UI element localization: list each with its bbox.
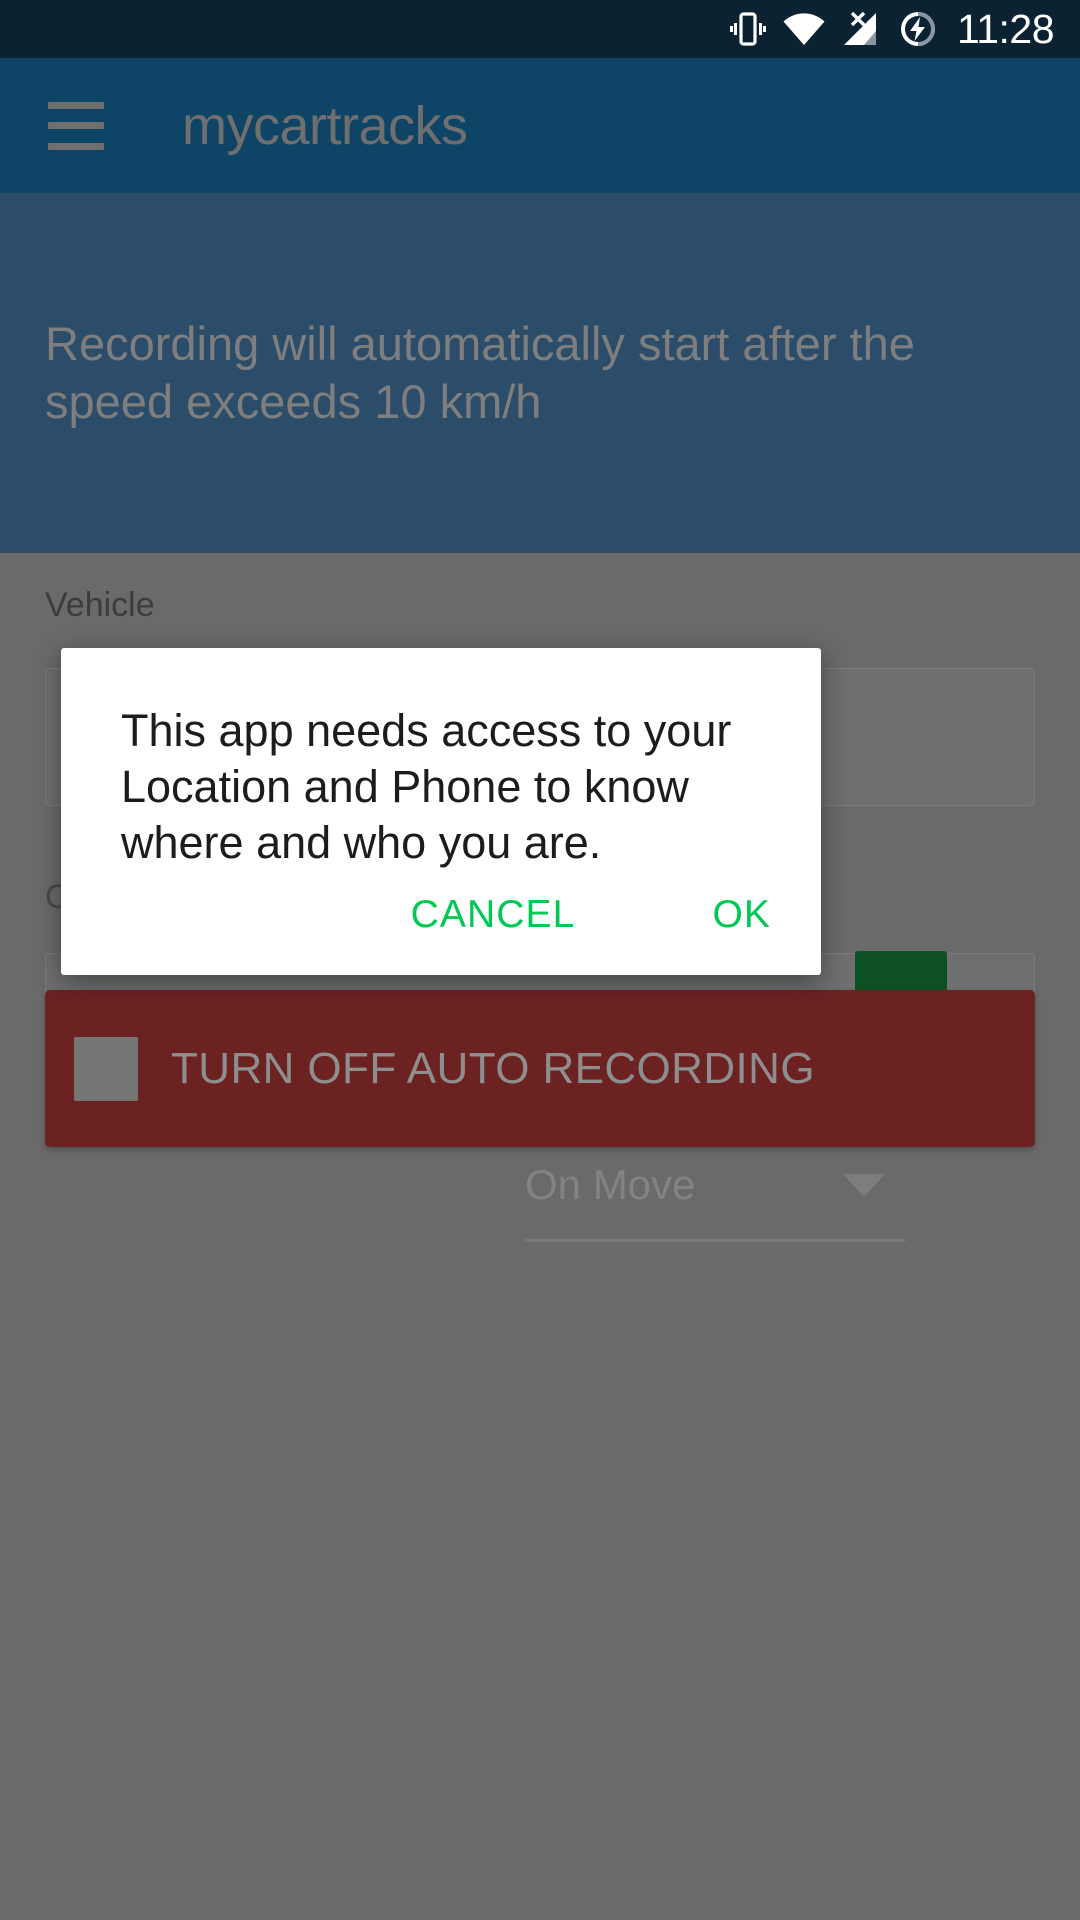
status-bar: 11:28 xyxy=(0,0,1080,58)
ok-button[interactable]: OK xyxy=(690,877,793,953)
cancel-button[interactable]: CANCEL xyxy=(389,877,598,953)
stop-square-icon xyxy=(74,1036,138,1101)
permission-dialog: This app needs access to your Location a… xyxy=(61,648,821,975)
dialog-message: This app needs access to your Location a… xyxy=(121,705,732,868)
menu-bar-3 xyxy=(48,142,104,150)
turn-off-auto-recording-button[interactable]: TURN OFF AUTO RECORDING xyxy=(45,990,1035,1147)
app-bar: mycartracks xyxy=(0,58,1080,193)
wifi-icon xyxy=(783,12,825,46)
cellular-no-sim-icon xyxy=(842,11,882,47)
chevron-down-icon xyxy=(843,1173,885,1197)
recording-mode-dropdown-row[interactable]: On Move xyxy=(525,1153,905,1217)
hamburger-menu-icon[interactable] xyxy=(48,101,104,150)
info-banner: Recording will automatically start after… xyxy=(0,193,1080,553)
vibrate-icon xyxy=(729,10,766,48)
dialog-actions: CANCEL OK xyxy=(389,877,793,953)
menu-bar-1 xyxy=(48,101,104,109)
menu-bar-2 xyxy=(48,122,104,129)
recording-mode-value: On Move xyxy=(525,1161,696,1208)
vehicle-section-label: Vehicle xyxy=(45,586,155,624)
status-clock: 11:28 xyxy=(956,5,1055,52)
app-title: mycartracks xyxy=(182,95,468,156)
battery-charging-icon xyxy=(899,10,937,48)
turn-off-auto-recording-label: TURN OFF AUTO RECORDING xyxy=(171,1043,815,1093)
recording-mode-dropdown[interactable]: On Move xyxy=(525,1153,905,1242)
dropdown-underline xyxy=(525,1239,905,1242)
info-banner-text: Recording will automatically start after… xyxy=(45,316,915,428)
